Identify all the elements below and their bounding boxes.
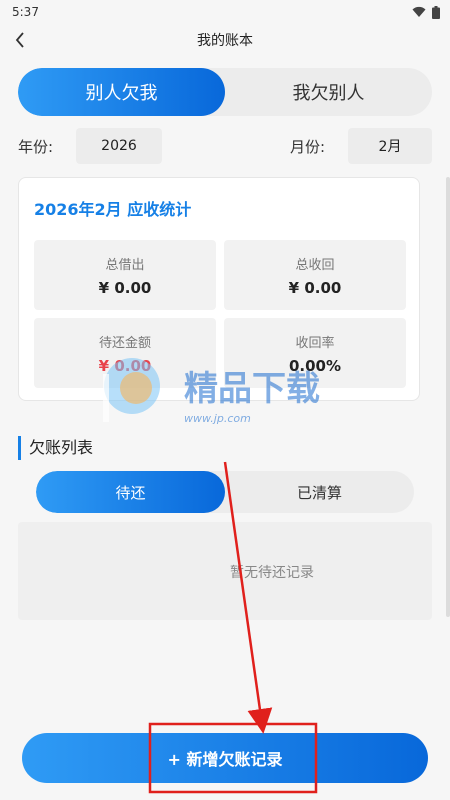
debt-list-title: 欠账列表 xyxy=(18,436,93,460)
debt-list-empty-state xyxy=(18,522,432,620)
stat-label: 收回率 xyxy=(295,336,335,351)
chevron-left-icon xyxy=(15,32,24,48)
scrollbar-thumb[interactable] xyxy=(446,177,450,617)
tab-pending[interactable]: 待还 xyxy=(36,471,225,513)
add-debt-record-button[interactable]: + 新增欠账记录 xyxy=(22,733,428,783)
year-selector[interactable]: 2026 xyxy=(76,128,162,164)
date-filter-row: 年份: 2026 月份: 2月 xyxy=(18,128,432,164)
status-time: 5:37 xyxy=(12,5,39,19)
year-label: 年份: xyxy=(18,138,54,156)
month-selector[interactable]: 2月 xyxy=(348,128,432,164)
stat-total-lent: 总借出 ¥ 0.00 xyxy=(34,240,216,310)
stat-recovery-rate: 收回率 0.00% xyxy=(224,318,406,388)
stat-value: ¥ 0.00 xyxy=(288,279,342,297)
stat-label: 总借出 xyxy=(105,258,145,273)
stat-value: ¥ 0.00 xyxy=(98,279,152,297)
status-icons xyxy=(412,5,440,19)
stats-title: 2026年2月 应收统计 xyxy=(34,200,192,219)
stat-total-recovered: 总收回 ¥ 0.00 xyxy=(224,240,406,310)
main-tab-group: 别人欠我 我欠别人 xyxy=(18,68,432,116)
page-title: 我的账本 xyxy=(197,33,253,49)
stat-label: 待还金额 xyxy=(98,336,151,351)
receivable-stats-card: 2026年2月 应收统计 总借出 ¥ 0.00 总收回 ¥ 0.00 待还金额 … xyxy=(18,177,420,401)
status-bar: 5:37 xyxy=(0,0,450,24)
month-label: 月份: xyxy=(290,138,326,156)
wifi-icon xyxy=(412,6,426,17)
scrollbar[interactable] xyxy=(446,177,450,617)
tab-settled[interactable]: 已清算 xyxy=(225,471,414,513)
debt-status-tab-group: 待还 已清算 xyxy=(36,471,414,513)
watermark-subtext: www.jp.com xyxy=(184,412,251,425)
stat-label: 总收回 xyxy=(295,258,335,273)
stat-pending-amount: 待还金额 ¥ 0.00 xyxy=(34,318,216,388)
top-nav-bar: 我的账本 xyxy=(0,24,450,56)
stat-value: ¥ 0.00 xyxy=(98,357,152,375)
tab-others-owe-me[interactable]: 别人欠我 xyxy=(18,68,225,116)
tab-i-owe-others[interactable]: 我欠别人 xyxy=(225,68,432,116)
back-button[interactable] xyxy=(8,24,32,56)
empty-state-text: 暂无待还记录 xyxy=(230,565,314,581)
stat-value: 0.00% xyxy=(288,357,342,375)
battery-icon xyxy=(432,5,440,19)
